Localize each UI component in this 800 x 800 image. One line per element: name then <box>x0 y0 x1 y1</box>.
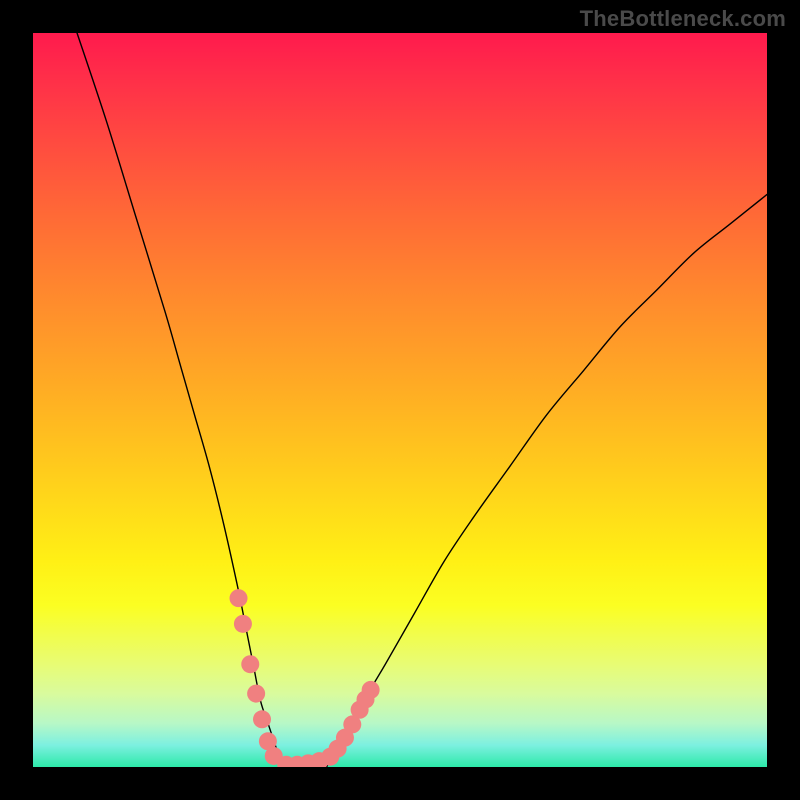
chart-frame: TheBottleneck.com <box>0 0 800 800</box>
plot-area <box>33 33 767 767</box>
scatter-series-group <box>230 589 380 767</box>
line-series-group <box>77 33 767 767</box>
scatter-point <box>362 681 380 699</box>
scatter-point <box>247 685 265 703</box>
scatter-point <box>253 710 271 728</box>
curves-layer <box>33 33 767 767</box>
watermark-text: TheBottleneck.com <box>580 6 786 32</box>
scatter-point <box>234 615 252 633</box>
scatter-point <box>241 655 259 673</box>
scatter-point <box>230 589 248 607</box>
curve-right-branch <box>327 194 767 767</box>
